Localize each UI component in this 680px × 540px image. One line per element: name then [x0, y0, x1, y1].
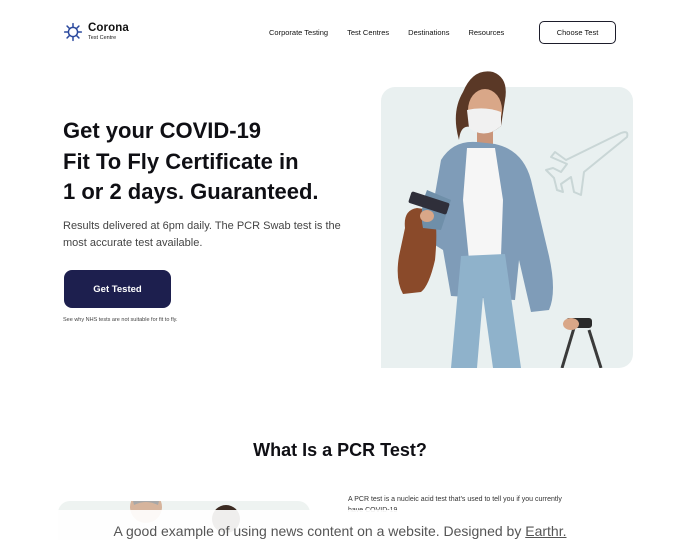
section-title: What Is a PCR Test? [253, 440, 427, 460]
nav-link-destinations[interactable]: Destinations [408, 28, 449, 37]
top-nav: Corona Test Centre Corporate Testing Tes… [0, 0, 680, 64]
virus-icon [63, 22, 83, 42]
caption-bar: A good example of using news content on … [0, 510, 680, 540]
hero-title-line: Fit To Fly Certificate in [63, 148, 299, 174]
nav-link-test-centres[interactable]: Test Centres [347, 28, 389, 37]
hero-title-line: Get your COVID-19 [63, 118, 262, 143]
nhs-info-link[interactable]: See why NHS tests are not suitable for f… [63, 317, 178, 323]
choose-test-button[interactable]: Choose Test [539, 21, 616, 44]
face-mask [467, 108, 501, 134]
traveler-photo [397, 71, 629, 368]
hero-subtitle: Results delivered at 6pm daily. The PCR … [63, 220, 341, 249]
nav-link-resources[interactable]: Resources [468, 28, 504, 37]
caption-text: A good example of using news content on … [114, 523, 567, 539]
brand-logo[interactable]: Corona Test Centre [63, 22, 129, 42]
t-shirt [463, 148, 503, 260]
get-tested-button[interactable]: Get Tested [64, 270, 171, 308]
caption-body: A good example of using news content on … [113, 523, 526, 539]
designer-link[interactable]: Earthr. [525, 523, 566, 539]
airplane-icon [545, 131, 629, 196]
hero-title-line: 1 or 2 days. Guaranteed. [63, 179, 319, 204]
brand-name: Corona [88, 21, 129, 34]
brand-subtitle: Test Centre [88, 35, 117, 41]
page: Corona Test Centre Corporate Testing Tes… [0, 0, 680, 540]
nav-links: Corporate Testing Test Centres Destinati… [269, 28, 523, 37]
nav-link-corporate-testing[interactable]: Corporate Testing [269, 28, 328, 37]
hero-title: Get your COVID-19 Fit To Fly Certificate… [63, 116, 363, 208]
